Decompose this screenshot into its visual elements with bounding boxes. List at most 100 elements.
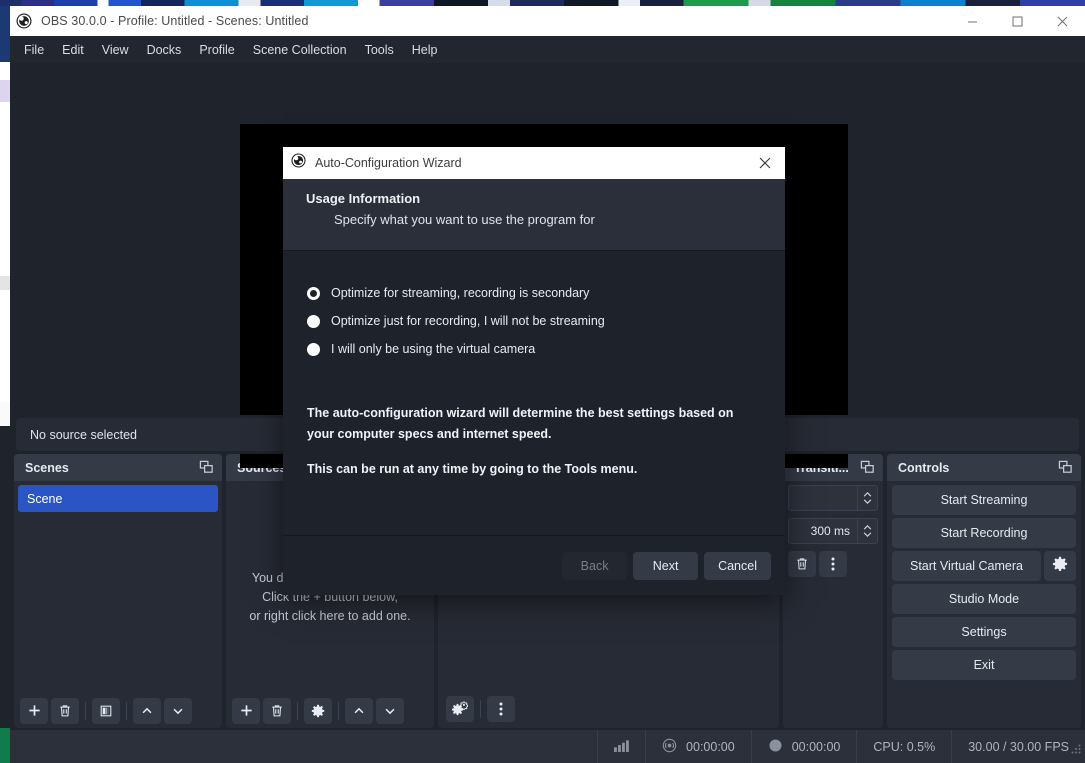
window-controls [950,6,1085,36]
sources-footer [226,693,434,728]
exit-button[interactable]: Exit [892,650,1076,680]
menu-view[interactable]: View [93,38,138,62]
option-label: Optimize just for recording, I will not … [331,314,605,328]
dialog-header-title: Usage Information [306,191,421,206]
remove-transition-button[interactable] [788,551,816,577]
record-time: 00:00:00 [791,739,841,754]
dock-scenes: Scenes Scene [14,454,222,728]
scenes-footer [14,693,222,728]
move-scene-down-button[interactable] [164,697,192,724]
dialog-footer: Back Next Cancel [283,535,785,595]
move-source-down-button[interactable] [376,697,404,724]
undock-icon[interactable] [199,460,214,475]
gear-icon [1052,556,1068,577]
add-scene-button[interactable] [20,697,48,724]
transition-select[interactable] [788,485,878,511]
resize-grip-icon[interactable] [1070,742,1082,760]
cancel-button[interactable]: Cancel [704,551,771,580]
duration-spinner[interactable] [857,519,877,543]
transitions-body[interactable]: 300 ms [783,481,883,728]
menu-file[interactable]: File [15,38,53,62]
scenes-list[interactable]: Scene [14,481,222,693]
menu-scene-collection[interactable]: Scene Collection [244,38,356,62]
dialog-title-bar: Auto-Configuration Wizard [283,147,785,179]
next-button[interactable]: Next [633,551,699,580]
status-streaming: 00:00:00 [645,730,751,763]
option-virtual-camera-only[interactable]: I will only be using the virtual camera [307,335,785,363]
close-button[interactable] [1040,6,1085,36]
option-optimize-recording[interactable]: Optimize just for recording, I will not … [307,307,785,335]
undock-icon[interactable] [860,460,875,475]
menu-edit[interactable]: Edit [53,38,93,62]
scene-list-item[interactable]: Scene [18,485,218,512]
scene-filters-button[interactable] [92,697,120,724]
settings-button[interactable]: Settings [892,617,1076,647]
radio-button[interactable] [307,314,320,328]
dialog-header-subtitle: Specify what you want to use the program… [334,212,595,227]
maximize-button[interactable] [995,6,1040,36]
background-window-edge [0,6,10,763]
transition-duration-field[interactable]: 300 ms [788,518,878,544]
status-bar: 00:00:00 00:00:00 CPU: 0.5% 30.00 / 30.0… [10,730,1085,763]
controls-body: Start Streaming Start Recording Start Vi… [887,481,1081,728]
status-cpu: CPU: 0.5% [856,730,951,763]
start-virtual-camera-button[interactable]: Start Virtual Camera [892,551,1041,581]
move-scene-up-button[interactable] [133,697,161,724]
dialog-close-button[interactable] [745,147,785,179]
transition-select-spinner[interactable] [857,486,877,510]
start-recording-button[interactable]: Start Recording [892,518,1076,548]
radio-button-selected[interactable] [307,286,320,300]
menu-help[interactable]: Help [403,38,447,62]
virtual-camera-settings-button[interactable] [1044,551,1076,581]
dialog-header: Usage Information Specify what you want … [283,179,785,251]
menu-bar: File Edit View Docks Profile Scene Colle… [10,36,1085,63]
transition-menu-button[interactable] [819,551,847,577]
dialog-description: The auto-configuration wizard will deter… [283,397,785,535]
description-paragraph-2: This can be run at any time by going to … [307,462,638,476]
obs-logo-icon [291,153,306,173]
window-title: OBS 30.0.0 - Profile: Untitled - Scenes:… [41,14,309,28]
auto-configuration-wizard-dialog: Auto-Configuration Wizard Usage Informat… [283,147,785,595]
obs-logo-icon [16,13,32,29]
status-fps: 30.00 / 30.00 FPS [951,730,1085,763]
status-recording: 00:00:00 [750,730,857,763]
back-button[interactable]: Back [562,551,628,580]
start-streaming-button[interactable]: Start Streaming [892,485,1076,515]
undock-icon[interactable] [1058,460,1073,475]
add-source-button[interactable] [232,697,260,724]
signal-bars-icon [614,739,629,755]
radio-button[interactable] [307,342,320,356]
no-source-selected-label: No source selected [30,427,138,442]
transition-duration-value: 300 ms [810,524,850,538]
audio-advanced-properties-button[interactable] [446,696,474,722]
scenes-header: Scenes [14,454,222,481]
broadcast-icon [662,738,677,756]
option-optimize-streaming[interactable]: Optimize for streaming, recording is sec… [307,279,785,307]
menu-docks[interactable]: Docks [138,38,191,62]
status-signal [597,730,645,763]
description-paragraph-1: The auto-configuration wizard will deter… [307,406,734,441]
source-properties-button[interactable] [304,697,332,724]
transitions-footer [788,551,878,577]
record-dot-icon [768,738,783,756]
scenes-title: Scenes [25,460,69,475]
move-source-up-button[interactable] [345,697,373,724]
title-bar: OBS 30.0.0 - Profile: Untitled - Scenes:… [10,6,1085,36]
studio-mode-button[interactable]: Studio Mode [892,584,1076,614]
stream-time: 00:00:00 [686,739,735,754]
option-label: I will only be using the virtual camera [331,342,536,356]
dialog-title: Auto-Configuration Wizard [315,156,462,170]
remove-source-button[interactable] [263,697,291,724]
menu-tools[interactable]: Tools [356,38,403,62]
dock-scene-transitions: Transiti... [783,454,883,728]
option-label: Optimize for streaming, recording is sec… [331,286,590,300]
usage-options-group: Optimize for streaming, recording is sec… [283,251,785,397]
mixer-menu-button[interactable] [487,696,515,722]
dock-controls: Controls Start Streaming Start Recording… [887,454,1081,728]
sources-empty-line-3: or right click here to add one. [249,609,411,623]
minimize-button[interactable] [950,6,995,36]
controls-header: Controls [887,454,1081,481]
remove-scene-button[interactable] [51,697,79,724]
controls-title: Controls [898,460,950,475]
menu-profile[interactable]: Profile [190,38,243,62]
